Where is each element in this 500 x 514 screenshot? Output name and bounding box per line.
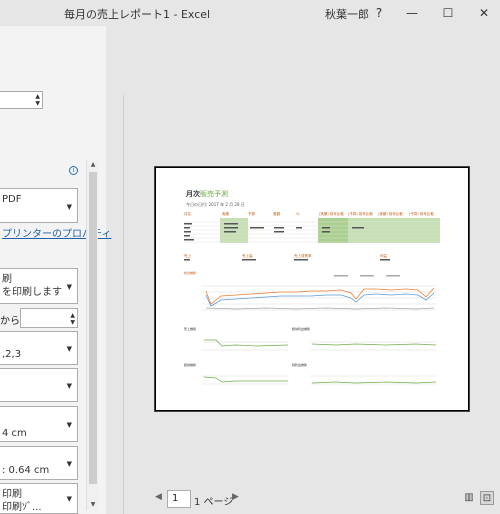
print-what-select[interactable]: 刷 を印刷します ▼	[0, 268, 78, 304]
page-total: 1 ページ	[194, 497, 234, 508]
title-bar: 毎月の売上レポート1 - Excel 秋葉一郎 ? — ☐ ✕	[0, 0, 500, 26]
pages-from-label: から	[0, 316, 20, 327]
previous-page-icon[interactable]: ◀	[155, 492, 162, 502]
chevron-down-icon: ▼	[66, 382, 72, 390]
print-preview-page: 月次販売予測 今日の日付: 2017 年 2 月 28 日 月名 実績 予算 差…	[155, 167, 469, 411]
orientation-select[interactable]: ▼	[0, 368, 78, 402]
chevron-down-icon: ▼	[66, 345, 72, 353]
printer-select[interactable]: PDF ▼	[0, 188, 78, 223]
show-margins-icon[interactable]: ▥	[462, 491, 476, 505]
window-title: 毎月の売上レポート1 - Excel	[64, 8, 211, 21]
chevron-down-icon: ▼	[66, 283, 72, 291]
copies-stepper[interactable]: ▲ ▼	[0, 91, 43, 109]
chevron-down-icon: ▼	[66, 203, 72, 211]
preview-charts-graphic	[184, 221, 440, 385]
scaling-select[interactable]: 印刷 印刷ｿﾞ... ▼	[0, 483, 78, 514]
collate-select[interactable]: ,2,3 ▼	[0, 331, 78, 365]
scrollbar-thumb[interactable]	[89, 172, 97, 484]
margins-select[interactable]: : 0.64 cm ▼	[0, 446, 78, 480]
pane-divider	[123, 95, 124, 514]
scroll-down-icon[interactable]: ▼	[88, 500, 98, 510]
chevron-down-icon: ▼	[66, 421, 72, 429]
minimize-button[interactable]: —	[398, 2, 426, 24]
zoom-to-page-icon[interactable]: ⊡	[480, 491, 494, 505]
chevron-down-icon: ▼	[66, 495, 72, 503]
info-icon[interactable]: i	[69, 166, 78, 175]
next-page-icon[interactable]: ▶	[232, 492, 239, 502]
pages-from-input[interactable]: ▲ ▼	[20, 308, 78, 328]
paper-size-select[interactable]: 4 cm ▼	[0, 406, 78, 442]
settings-scrollbar[interactable]: ▲ ▼	[86, 160, 98, 510]
scroll-up-icon[interactable]: ▲	[88, 160, 98, 170]
close-button[interactable]: ✕	[470, 2, 498, 24]
page-number-input[interactable]: 1	[167, 490, 191, 508]
user-name[interactable]: 秋葉一郎	[325, 6, 369, 22]
maximize-button[interactable]: ☐	[434, 2, 462, 24]
chevron-down-icon: ▼	[66, 460, 72, 468]
help-button[interactable]: ?	[365, 2, 393, 24]
spin-arrows-icon[interactable]: ▲ ▼	[70, 312, 75, 326]
spin-arrows-icon[interactable]: ▲ ▼	[35, 93, 40, 107]
